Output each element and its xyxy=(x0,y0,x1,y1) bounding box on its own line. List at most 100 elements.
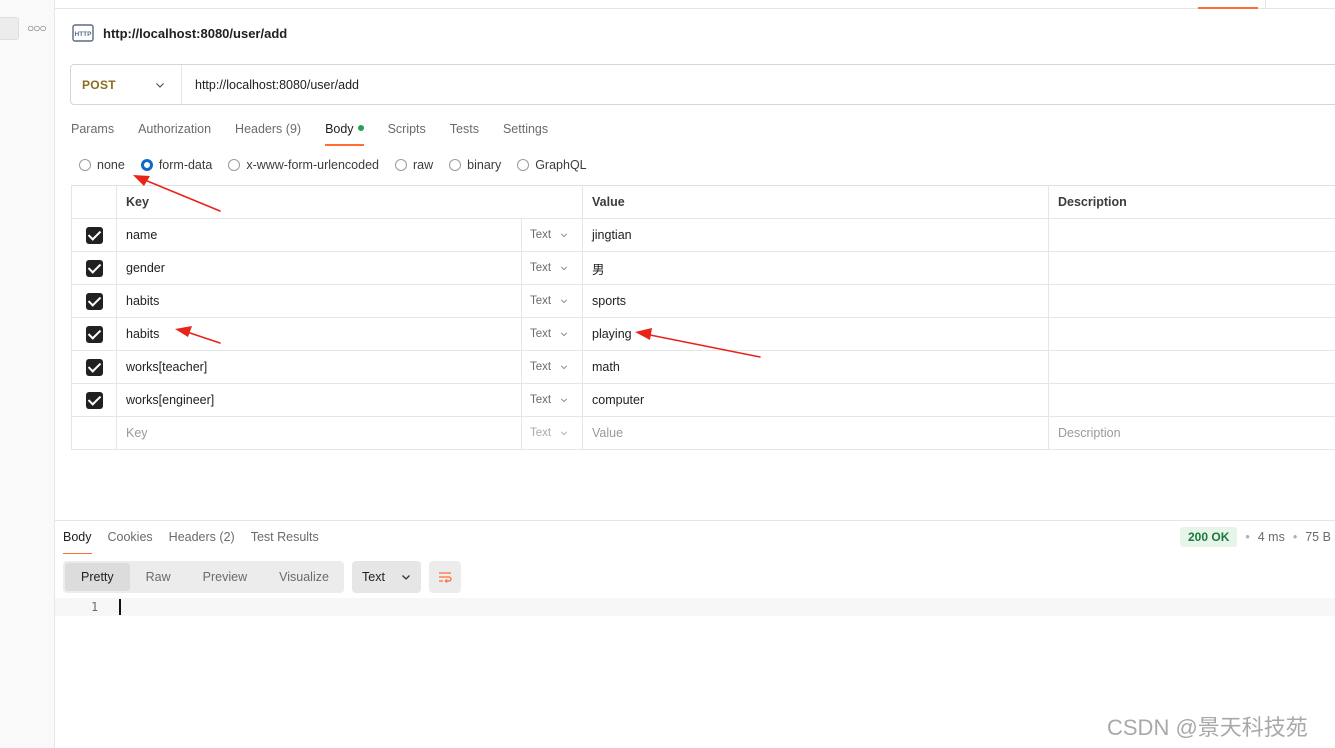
line-number: 1 xyxy=(91,600,99,614)
type-label: Text xyxy=(530,361,552,373)
description-cell[interactable] xyxy=(1049,351,1335,383)
radio-binary[interactable]: binary xyxy=(449,158,501,172)
view-preview-button[interactable]: Preview xyxy=(187,563,263,591)
description-cell[interactable] xyxy=(1049,285,1335,317)
value-cell[interactable]: 男 xyxy=(583,252,1049,284)
row-checkbox[interactable] xyxy=(85,325,103,343)
row-check-cell xyxy=(71,351,117,383)
url-input[interactable]: http://localhost:8080/user/add xyxy=(182,78,359,92)
type-select[interactable]: Text xyxy=(522,384,583,416)
value-cell[interactable]: playing xyxy=(583,318,1049,350)
type-select[interactable]: Text xyxy=(522,351,583,383)
tab-body[interactable]: Body xyxy=(325,120,364,146)
tab-scripts[interactable]: Scripts xyxy=(388,120,426,146)
response-editor[interactable]: 1 xyxy=(55,598,1335,616)
row-checkbox[interactable] xyxy=(85,391,103,409)
key-cell[interactable]: habits xyxy=(117,285,522,317)
value-cell[interactable]: math xyxy=(583,351,1049,383)
description-cell[interactable] xyxy=(1049,384,1335,416)
radio-x-www-form-urlencoded[interactable]: x-www-form-urlencoded xyxy=(228,158,379,172)
row-check-cell xyxy=(71,219,117,251)
response-tab-test-results[interactable]: Test Results xyxy=(251,530,319,554)
tab-tests[interactable]: Tests xyxy=(450,120,479,146)
tab-authorization[interactable]: Authorization xyxy=(138,120,211,146)
response-tab-cookies[interactable]: Cookies xyxy=(108,530,153,554)
chevron-down-icon xyxy=(402,575,410,580)
active-tab-indicator xyxy=(1198,7,1258,9)
type-select[interactable]: Text xyxy=(522,417,583,449)
row-checkbox[interactable] xyxy=(85,292,103,310)
table-row: habits Text sports xyxy=(71,285,1335,318)
radio-form-data[interactable]: form-data xyxy=(140,158,212,172)
key-cell[interactable]: works[teacher] xyxy=(117,351,522,383)
table-row: gender Text 男 xyxy=(71,252,1335,285)
separator-dot: • xyxy=(1245,530,1250,544)
type-select[interactable]: Text xyxy=(522,285,583,317)
radio-circle[interactable] xyxy=(517,159,530,171)
radio-circle[interactable] xyxy=(449,159,462,171)
row-check-cell xyxy=(71,384,117,416)
tab-headers[interactable]: Headers (9) xyxy=(235,120,301,146)
status-badge[interactable]: 200 OK xyxy=(1180,527,1238,547)
value-input[interactable]: Value xyxy=(583,417,1049,449)
header-value: Value xyxy=(583,186,1049,218)
radio-graphql[interactable]: GraphQL xyxy=(517,158,587,172)
tab-label: Scripts xyxy=(387,122,426,136)
format-label: Text xyxy=(362,570,385,584)
method-select[interactable]: POST xyxy=(71,65,182,104)
tab-label: Test Results xyxy=(250,530,319,544)
top-tab-strip xyxy=(55,0,1335,9)
format-select[interactable]: Text xyxy=(352,561,421,593)
radio-circle-selected[interactable] xyxy=(140,159,153,171)
view-visualize-button[interactable]: Visualize xyxy=(263,563,345,591)
chevron-down-icon xyxy=(560,299,568,304)
key-cell[interactable]: habits xyxy=(117,318,522,350)
table-row: habits Text playing xyxy=(71,318,1335,351)
type-select[interactable]: Text xyxy=(522,219,583,251)
radio-none[interactable]: none xyxy=(79,158,125,172)
wrap-lines-button[interactable] xyxy=(429,561,461,593)
response-size[interactable]: 75 B xyxy=(1305,530,1331,544)
watermark: CSDN @景天科技苑 xyxy=(1107,715,1308,740)
request-title[interactable]: http://localhost:8080/user/add xyxy=(103,26,287,41)
tab-params[interactable]: Params xyxy=(71,120,114,146)
row-checkbox[interactable] xyxy=(85,358,103,376)
description-input[interactable]: Description xyxy=(1049,417,1335,449)
key-cell[interactable]: gender xyxy=(117,252,522,284)
radio-label: raw xyxy=(413,158,434,172)
response-tabs: Body Cookies Headers (2) Test Results xyxy=(63,530,335,554)
collapsed-item[interactable] xyxy=(0,17,19,40)
key-cell[interactable]: name xyxy=(117,219,522,251)
description-cell[interactable] xyxy=(1049,318,1335,350)
view-pretty-button[interactable]: Pretty xyxy=(65,563,130,591)
radio-circle[interactable] xyxy=(395,159,407,171)
value-cell[interactable]: jingtian xyxy=(583,219,1049,251)
chevron-down-icon xyxy=(560,266,568,271)
chevron-down-icon xyxy=(156,82,164,88)
type-label: Text xyxy=(530,328,552,340)
type-select[interactable]: Text xyxy=(522,318,583,350)
key-input[interactable]: Key xyxy=(117,417,522,449)
radio-raw[interactable]: raw xyxy=(395,158,433,172)
description-cell[interactable] xyxy=(1049,219,1335,251)
radio-circle[interactable] xyxy=(79,159,91,171)
url-bar: POST http://localhost:8080/user/add xyxy=(70,64,1335,105)
row-checkbox[interactable] xyxy=(85,259,103,277)
key-cell[interactable]: works[engineer] xyxy=(117,384,522,416)
value-cell[interactable]: sports xyxy=(583,285,1049,317)
response-tab-headers[interactable]: Headers (2) xyxy=(169,530,235,554)
radio-circle[interactable] xyxy=(228,159,241,171)
row-checkbox[interactable] xyxy=(85,226,103,244)
svg-text:HTTP: HTTP xyxy=(75,31,93,38)
value-cell[interactable]: computer xyxy=(583,384,1049,416)
response-tab-body[interactable]: Body xyxy=(63,530,92,554)
chevron-down-icon xyxy=(560,332,568,337)
tab-settings[interactable]: Settings xyxy=(503,120,548,146)
view-mode-switch: Pretty Raw Preview Visualize xyxy=(63,561,344,593)
radio-label: none xyxy=(97,158,125,172)
view-raw-button[interactable]: Raw xyxy=(130,563,187,591)
more-options-icon[interactable]: ○○○ xyxy=(27,21,47,35)
description-cell[interactable] xyxy=(1049,252,1335,284)
type-select[interactable]: Text xyxy=(522,252,583,284)
response-time[interactable]: 4 ms xyxy=(1258,530,1285,544)
